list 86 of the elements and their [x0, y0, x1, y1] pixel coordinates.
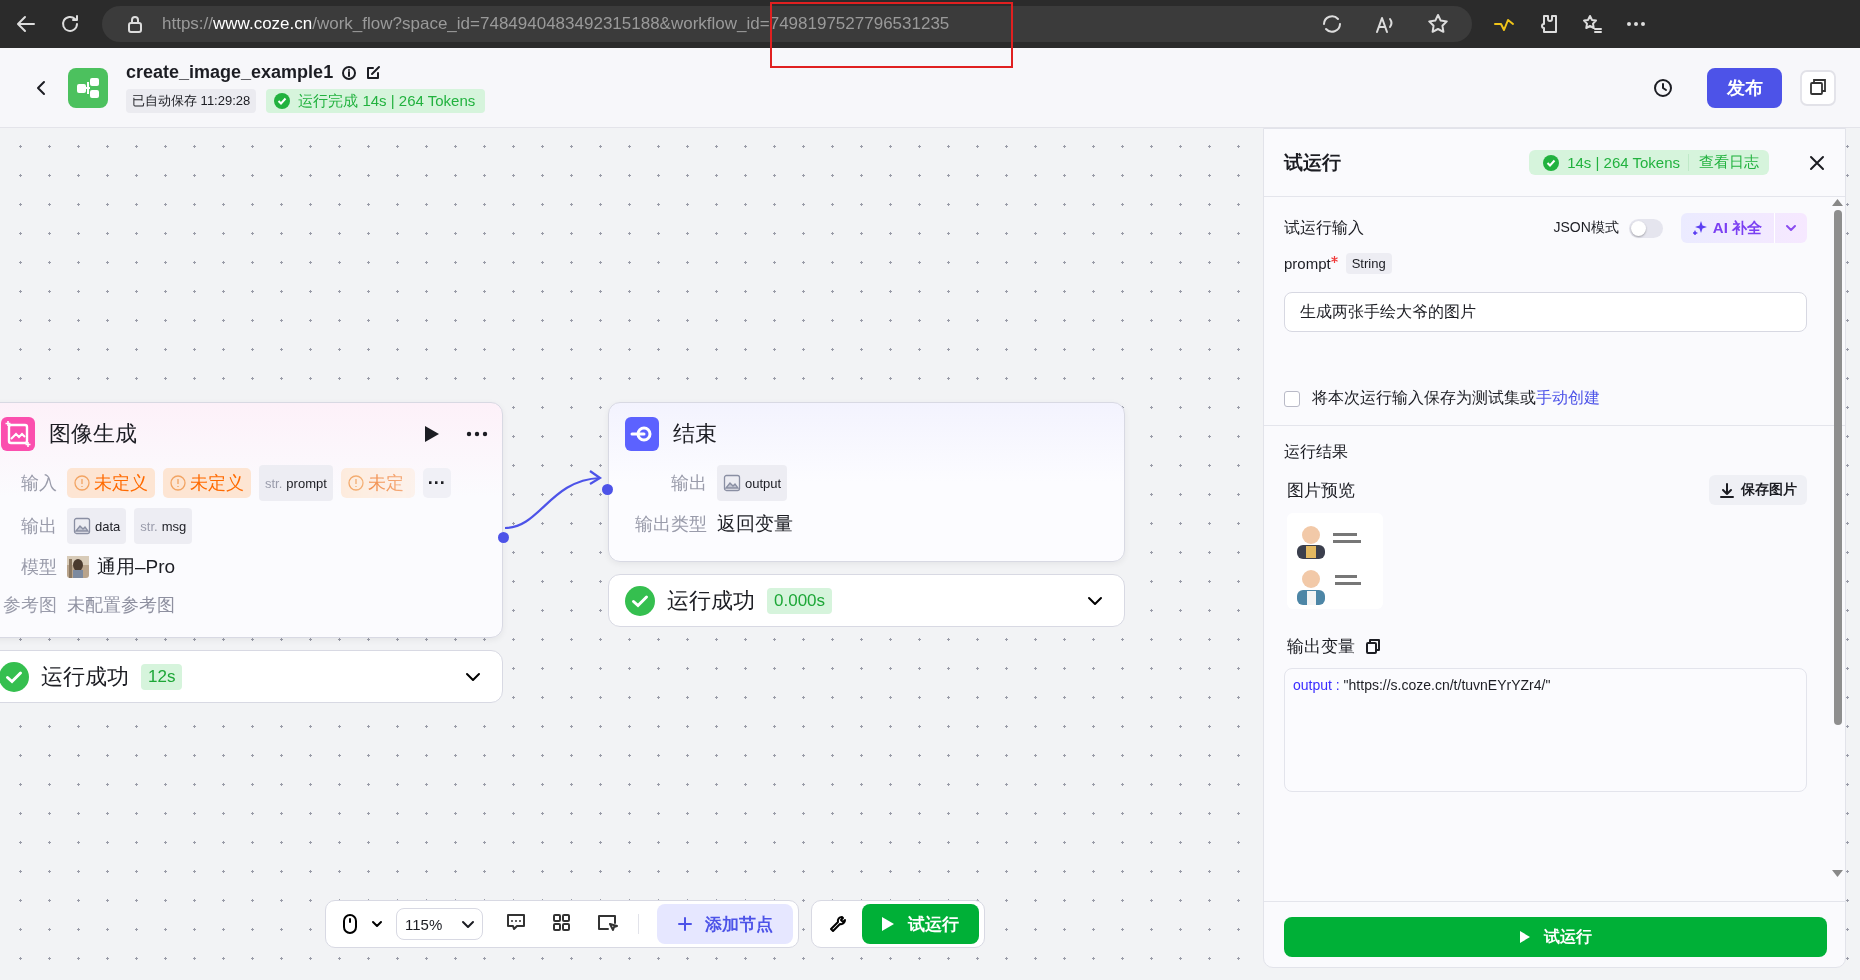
json-mode-toggle[interactable]	[1628, 218, 1663, 238]
section-title: 试运行输入	[1284, 217, 1364, 238]
run-status-bar[interactable]: 运行成功 12s	[0, 650, 503, 703]
workflow-logo-icon	[68, 67, 108, 108]
output-line: output : "https://s.coze.cn/t/tuvnEYrYZr4/"	[1293, 677, 1551, 693]
tag-text: 未定义	[94, 472, 148, 495]
warning-icon	[347, 475, 364, 491]
variable-name: data	[95, 518, 121, 534]
scroll-up-icon[interactable]	[1832, 199, 1843, 206]
output-port[interactable]	[498, 532, 509, 543]
model-name: 通用–Pro	[97, 554, 176, 579]
type-tag: String	[1345, 253, 1392, 274]
field-label: 参考图	[2, 593, 57, 617]
layout-grid-icon[interactable]	[551, 911, 573, 933]
output-variables-title: 输出变量	[1287, 636, 1355, 658]
plus-icon	[677, 916, 694, 932]
more-icon[interactable]	[466, 431, 488, 437]
play-icon[interactable]	[424, 425, 440, 443]
section-title: 运行结果	[1284, 442, 1349, 462]
favorites-icon[interactable]	[1580, 12, 1604, 36]
field-label: 输出类型	[634, 512, 707, 536]
duration-tag: 0.000s	[767, 587, 833, 614]
input-port[interactable]	[602, 484, 613, 495]
variable-name: prompt	[286, 475, 327, 491]
scrollbar-thumb[interactable]	[1833, 210, 1842, 725]
success-check-icon	[0, 661, 29, 692]
type-prefix: str.	[140, 518, 158, 534]
copy-icon[interactable]	[1365, 638, 1381, 655]
create-manually-link[interactable]: 手动创建	[1536, 389, 1600, 406]
star-icon[interactable]	[1426, 12, 1450, 36]
toggle-label: JSON模式	[1553, 219, 1619, 237]
edit-icon[interactable]	[365, 64, 382, 81]
end-node-icon	[625, 417, 659, 451]
variable-name: msg	[161, 518, 187, 534]
publish-button[interactable]: 发布	[1707, 67, 1782, 108]
run-summary: 14s | 264 Tokens	[1567, 154, 1680, 171]
warning-icon	[170, 475, 186, 491]
status-text: 运行成功	[667, 586, 755, 615]
image-icon	[723, 474, 741, 492]
check-circle-icon	[274, 93, 291, 109]
image-generation-icon	[1, 417, 35, 451]
field-label: 输入	[20, 472, 57, 495]
field-label: 输出	[670, 472, 707, 495]
field-value: 返回变量	[717, 511, 793, 536]
tag-text: 未定	[367, 472, 404, 495]
node-title: 图像生成	[49, 420, 137, 448]
workflow-title: create_image_example1	[126, 62, 334, 83]
image-icon	[73, 517, 91, 535]
warning-icon	[74, 475, 90, 491]
field-label: 模型	[20, 555, 57, 579]
play-icon	[1519, 931, 1530, 943]
panel-title: 试运行	[1284, 150, 1341, 175]
add-node-button[interactable]: 添加节点	[657, 904, 794, 944]
sparkle-icon	[1692, 221, 1707, 235]
more-inputs-button[interactable]: ···	[422, 468, 451, 498]
comment-icon[interactable]	[505, 911, 528, 933]
play-icon	[882, 917, 895, 931]
save-image-button[interactable]: 保存图片	[1709, 475, 1807, 505]
wrench-icon[interactable]	[828, 914, 849, 934]
duration-tag: 12s	[141, 663, 183, 690]
refresh-page-icon[interactable]	[1320, 12, 1344, 36]
autosave-label: 已自动保存 11:29:28	[126, 89, 257, 113]
field-label: prompt	[1284, 255, 1331, 272]
check-circle-icon	[1543, 154, 1560, 171]
download-icon	[1719, 482, 1735, 498]
image-generation-node[interactable]: 图像生成 输入 未定义 未定义 str. prompt 未定 ··· 输出 data str. msg 模型 通用–Pro 参考图 未配置参考图	[0, 402, 503, 638]
type-prefix: str.	[265, 475, 283, 491]
run-status-text: 运行完成 14s | 264 Tokens	[298, 91, 476, 111]
prompt-input[interactable]: 生成两张手绘大爷的图片	[1284, 292, 1807, 332]
status-text: 运行成功	[41, 662, 129, 691]
scroll-down-icon[interactable]	[1832, 870, 1843, 877]
preview-title: 图片预览	[1287, 479, 1355, 502]
variable-name: output	[745, 475, 782, 491]
ai-options-chevron-icon[interactable]	[1785, 222, 1797, 234]
field-label: 输出	[20, 515, 57, 538]
zoom-select[interactable]: 115%	[396, 908, 484, 940]
copy-window-icon[interactable]	[1800, 69, 1836, 106]
save-checkbox[interactable]	[1284, 390, 1300, 407]
end-node[interactable]: 结束 输出 output 输出类型 返回变量	[608, 402, 1125, 562]
info-icon[interactable]	[341, 64, 358, 81]
tag-text: 未定义	[190, 472, 244, 495]
run-status-bar[interactable]: 运行成功 0.000s	[608, 574, 1125, 627]
success-check-icon	[625, 585, 655, 616]
node-title: 结束	[673, 420, 717, 448]
save-option-text: 将本次运行输入保存为测试集或手动创建	[1312, 388, 1600, 408]
field-value: 未配置参考图	[67, 593, 175, 617]
